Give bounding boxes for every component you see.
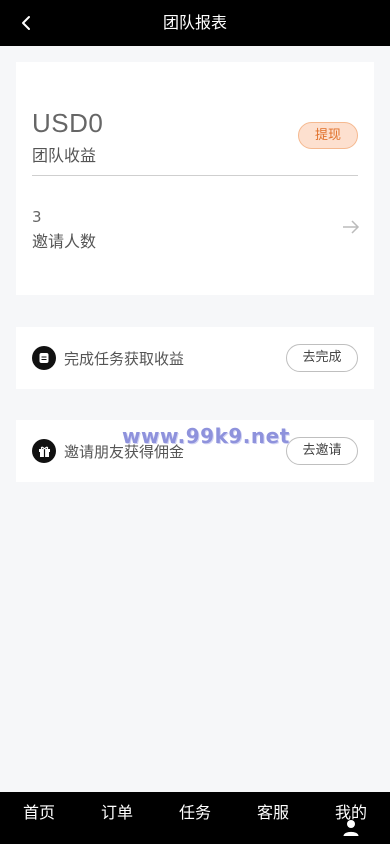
withdraw-button[interactable]: 提现 xyxy=(298,122,358,149)
team-earnings-amount: USD0 xyxy=(32,108,104,138)
tab-support[interactable]: 客服 xyxy=(234,792,312,844)
tab-label: 客服 xyxy=(256,803,289,822)
tab-mine[interactable]: 我的 xyxy=(312,792,390,844)
tab-label: 首页 xyxy=(22,803,55,822)
tab-label: 任务 xyxy=(178,803,211,822)
watermark: www.99k9.net xyxy=(122,424,290,448)
invite-friends-button[interactable]: 去邀请 xyxy=(286,437,358,465)
task-text: 完成任务获取收益 xyxy=(64,350,185,368)
bottom-tab-bar: 首页 订单 任务 客服 我的 xyxy=(0,792,390,844)
document-icon xyxy=(32,346,56,370)
user-icon xyxy=(343,820,359,836)
invite-count-value: 3 xyxy=(32,208,42,226)
invite-count-label: 邀请人数 xyxy=(32,232,97,251)
invite-count-row[interactable]: 3 邀请人数 xyxy=(16,196,374,256)
task-card-complete: 完成任务获取收益 去完成 xyxy=(16,327,374,389)
tab-home[interactable]: 首页 xyxy=(0,792,78,844)
team-earnings-label: 团队收益 xyxy=(32,146,97,165)
tab-label: 订单 xyxy=(100,803,133,822)
top-bar: 团队报表 xyxy=(0,0,390,46)
tab-orders[interactable]: 订单 xyxy=(78,792,156,844)
page-title: 团队报表 xyxy=(162,13,227,32)
team-summary-card: USD0 团队收益 提现 3 邀请人数 xyxy=(16,62,374,295)
gift-icon xyxy=(32,439,56,463)
arrow-right-icon xyxy=(343,220,360,234)
divider xyxy=(32,175,358,176)
tab-tasks[interactable]: 任务 xyxy=(156,792,234,844)
complete-task-button[interactable]: 去完成 xyxy=(286,344,358,372)
